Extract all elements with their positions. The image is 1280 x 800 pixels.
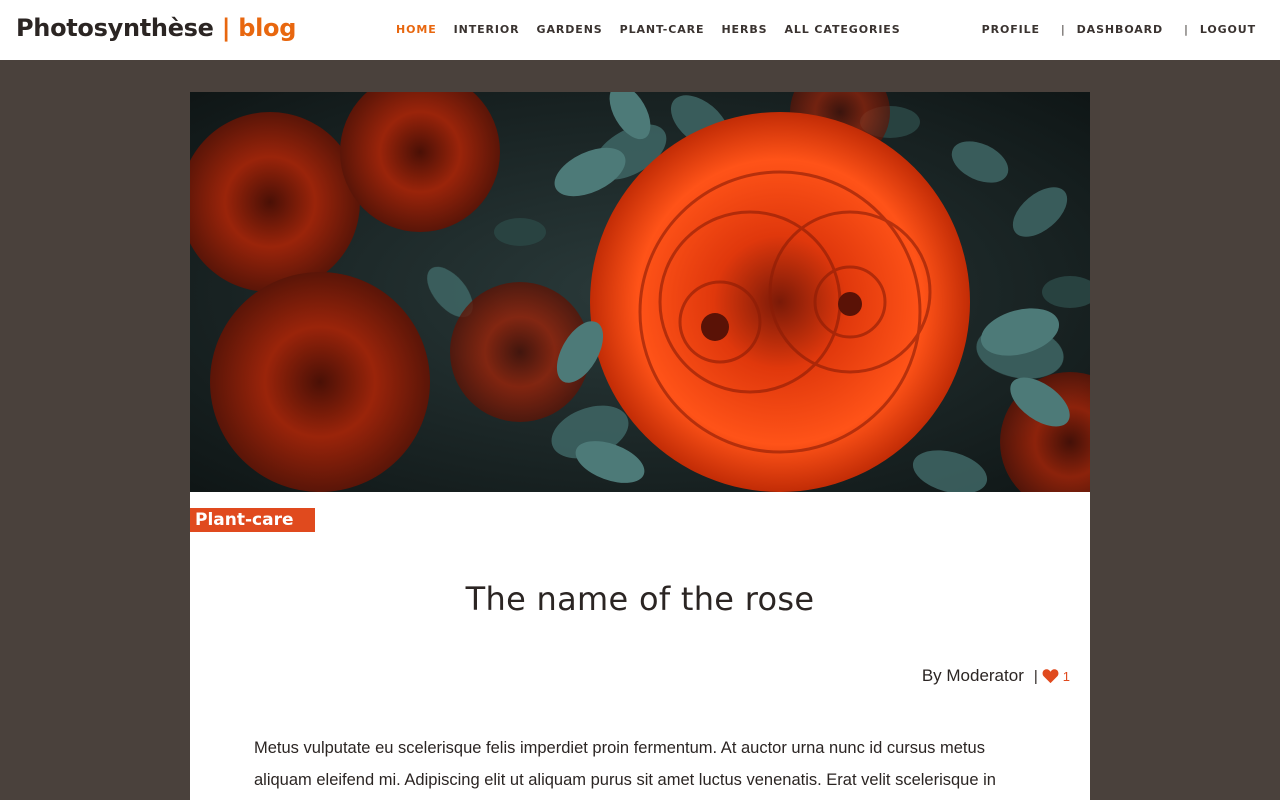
- hero-image: [190, 92, 1090, 492]
- nav-separator: |: [1184, 23, 1188, 36]
- main-nav: HOME INTERIOR GARDENS PLANT-CARE HERBS A…: [396, 23, 918, 36]
- heart-icon[interactable]: [1042, 668, 1059, 684]
- meta-separator: |: [1033, 667, 1038, 685]
- like-count: 1: [1062, 668, 1070, 684]
- nav-separator: |: [1060, 23, 1065, 36]
- nav-gardens[interactable]: GARDENS: [537, 23, 603, 36]
- category-badge[interactable]: Plant-care: [190, 508, 315, 532]
- user-nav: PROFILE | DASHBOARD | LOGOUT: [982, 23, 1256, 36]
- nav-plant-care[interactable]: PLANT-CARE: [620, 23, 705, 36]
- article-title: The name of the rose: [465, 580, 815, 618]
- nav-all-categories[interactable]: ALL CATEGORIES: [784, 23, 900, 36]
- author-label[interactable]: By Moderator: [922, 666, 1024, 686]
- brand-name: Photosynthèse: [16, 14, 214, 42]
- article-card: Plant-care The name of the rose By Moder…: [190, 92, 1090, 800]
- nav-home[interactable]: HOME: [396, 23, 437, 36]
- nav-interior[interactable]: INTERIOR: [454, 23, 520, 36]
- nav-profile[interactable]: PROFILE: [982, 23, 1040, 36]
- roses-illustration: [190, 92, 1090, 492]
- nav-logout[interactable]: LOGOUT: [1200, 23, 1256, 36]
- brand-accent: | blog: [221, 14, 297, 42]
- article-body: Metus vulputate eu scelerisque felis imp…: [254, 739, 996, 789]
- nav-herbs[interactable]: HERBS: [721, 23, 767, 36]
- site-logo[interactable]: Photosynthèse | blog: [16, 14, 296, 42]
- article-meta: By Moderator | 1: [922, 666, 1070, 686]
- top-navbar: Photosynthèse | blog HOME INTERIOR GARDE…: [0, 0, 1280, 60]
- nav-dashboard[interactable]: DASHBOARD: [1077, 23, 1163, 36]
